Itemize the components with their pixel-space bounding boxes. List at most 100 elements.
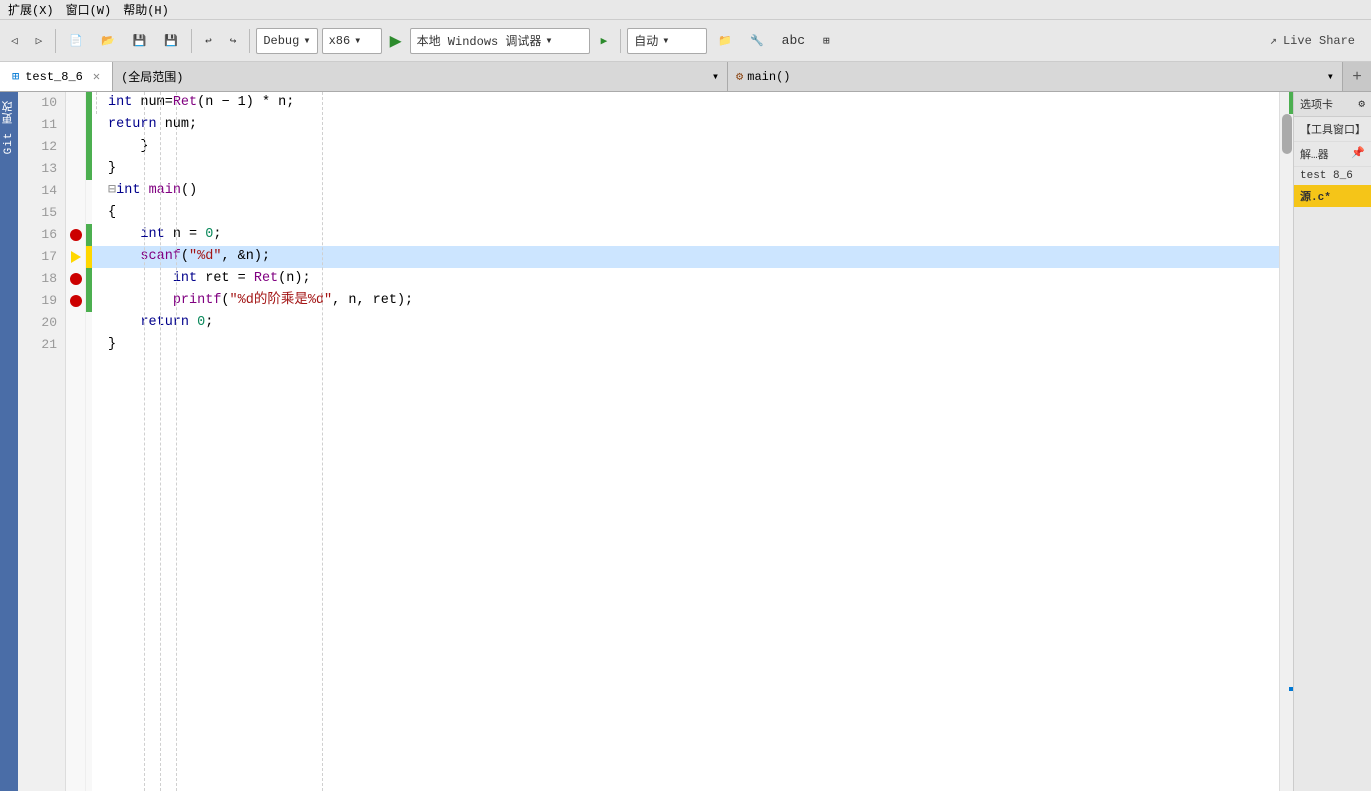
line-num-18: 18 xyxy=(18,268,65,290)
auto-label: 自动 xyxy=(634,32,658,49)
editor-scrollbar[interactable] xyxy=(1279,92,1293,791)
code-line-10: int num= Ret (n − 1) * n; xyxy=(92,92,1279,114)
fn-scanf: scanf xyxy=(140,246,181,268)
code-line-11: return num; xyxy=(92,114,1279,136)
git-sidebar: Git 更改 xyxy=(0,92,18,791)
breakpoint-18[interactable] xyxy=(70,273,82,285)
solver-label: 解…器 xyxy=(1300,146,1329,162)
indicator-16 xyxy=(66,224,85,246)
code-line-21: } xyxy=(92,334,1279,356)
undo-button[interactable]: ↩ xyxy=(198,27,219,55)
file-tab-close[interactable]: ✕ xyxy=(93,69,100,84)
run-button[interactable]: ▶ xyxy=(386,26,406,56)
file-tab-label: test_8_6 xyxy=(25,70,83,84)
scope-dropdown[interactable]: (全局范围) ▾ xyxy=(113,62,728,91)
line-num-13: 13 xyxy=(18,158,65,180)
tools-btn[interactable]: 🔧 xyxy=(743,27,771,55)
menu-bar: 扩展(X) 窗口(W) 帮助(H) xyxy=(0,0,1371,20)
func-label: main() xyxy=(747,70,790,84)
scope-arrow: ▾ xyxy=(712,69,719,84)
separator-2 xyxy=(191,29,192,53)
auto-arrow: ▾ xyxy=(662,33,669,48)
editor-container: 10 11 12 13 14 15 16 17 18 19 20 21 xyxy=(18,92,1293,791)
line-num-16: 16 xyxy=(18,224,65,246)
open-button[interactable]: 📂 xyxy=(94,27,122,55)
forward-button[interactable]: ▷ xyxy=(29,27,50,55)
save-icon: 💾 xyxy=(133,34,147,48)
line-num-11: 11 xyxy=(18,114,65,136)
new-file-button[interactable]: 📄 xyxy=(62,27,90,55)
local-debug-dropdown[interactable]: 本地 Windows 调试器 ▾ xyxy=(410,28,590,54)
right-panel: 选项卡 ⚙ 【工具窗口】 解…器 📌 test 8_6 源.c* xyxy=(1293,92,1371,791)
auto-dropdown[interactable]: 自动 ▾ xyxy=(627,28,707,54)
line-num-17: 17 xyxy=(18,246,65,268)
back-button[interactable]: ◁ xyxy=(4,27,25,55)
fn-main: main xyxy=(149,180,181,202)
func-dropdown[interactable]: ⚙ main() ▾ xyxy=(728,62,1343,91)
main-area: Git 更改 10 11 12 13 14 15 16 17 18 19 20 … xyxy=(0,92,1371,791)
line-num-21: 21 xyxy=(18,334,65,356)
indicator-21 xyxy=(66,334,85,356)
undo-icon: ↩ xyxy=(205,34,212,48)
breakpoint-16[interactable] xyxy=(70,229,82,241)
file2-label: 源.c* xyxy=(1300,192,1331,204)
scroll-bottom-marker xyxy=(1289,687,1293,691)
fn-printf: printf xyxy=(173,290,222,312)
save-all-icon: 💾 xyxy=(164,34,178,48)
func-icon: ⚙ xyxy=(736,69,743,84)
code-area[interactable]: int num= Ret (n − 1) * n; return num; } xyxy=(92,92,1279,791)
add-tab-button[interactable]: + xyxy=(1343,62,1371,91)
git-label: Git 更改 xyxy=(1,100,17,154)
redo-icon: ↪ xyxy=(230,34,237,48)
platform-arrow: ▾ xyxy=(354,33,361,48)
panel-file-2[interactable]: 源.c* xyxy=(1294,185,1371,207)
code-line-18: int ret = Ret (n); xyxy=(92,268,1279,290)
scroll-thumb[interactable] xyxy=(1282,114,1292,154)
right-panel-header: 选项卡 ⚙ xyxy=(1294,92,1371,117)
debug-config-label: Debug xyxy=(263,34,299,48)
folder-btn[interactable]: 📁 xyxy=(711,27,739,55)
tools-label: 【工具窗口】 xyxy=(1300,125,1366,137)
live-share-icon: ↗ xyxy=(1270,33,1277,48)
run2-button[interactable]: ▶ xyxy=(594,27,615,55)
kw-int-16: int xyxy=(140,224,164,246)
code-line-16: int n = 0 ; xyxy=(92,224,1279,246)
menu-window[interactable]: 窗口(W) xyxy=(66,1,112,18)
text-icon: abc xyxy=(782,33,805,48)
panel-header-label: 选项卡 xyxy=(1300,96,1333,112)
breakpoint-19[interactable] xyxy=(70,295,82,307)
extra-btn[interactable]: ⊞ xyxy=(816,27,837,55)
pin-icon[interactable]: 📌 xyxy=(1351,146,1365,162)
save-button[interactable]: 💾 xyxy=(126,27,154,55)
back-icon: ◁ xyxy=(11,34,18,48)
current-line-arrow xyxy=(71,251,81,263)
line-num-12: 12 xyxy=(18,136,65,158)
line-num-10: 10 xyxy=(18,92,65,114)
local-debug-arrow: ▾ xyxy=(545,33,552,48)
panel-file-1[interactable]: test 8_6 xyxy=(1294,167,1371,185)
menu-extend[interactable]: 扩展(X) xyxy=(8,1,54,18)
code-line-20: return 0 ; xyxy=(92,312,1279,334)
run2-icon: ▶ xyxy=(601,34,608,48)
menu-help[interactable]: 帮助(H) xyxy=(123,1,169,18)
file-tab[interactable]: ⊞ test_8_6 ✕ xyxy=(0,62,113,91)
platform-label: x86 xyxy=(329,34,351,48)
text-btn[interactable]: abc xyxy=(775,27,812,55)
live-share-button[interactable]: ↗ Live Share xyxy=(1258,25,1367,57)
save-all-button[interactable]: 💾 xyxy=(157,27,185,55)
tab-bar: ⊞ test_8_6 ✕ (全局范围) ▾ ⚙ main() ▾ + xyxy=(0,62,1371,92)
local-debug-label: 本地 Windows 调试器 xyxy=(417,32,542,49)
indicator-15 xyxy=(66,202,85,224)
code-line-14: ⊟ int main () xyxy=(92,180,1279,202)
line-numbers: 10 11 12 13 14 15 16 17 18 19 20 21 xyxy=(18,92,66,791)
func-arrow: ▾ xyxy=(1327,69,1334,84)
fn-ret-10: Ret xyxy=(173,92,197,114)
debug-config-dropdown[interactable]: Debug ▾ xyxy=(256,28,317,54)
indicator-18 xyxy=(66,268,85,290)
indicator-11 xyxy=(66,114,85,136)
platform-dropdown[interactable]: x86 ▾ xyxy=(322,28,382,54)
code-line-19: printf ( "%d的阶乘是%d" , n, ret); xyxy=(92,290,1279,312)
gear-icon[interactable]: ⚙ xyxy=(1358,97,1365,111)
tools-section: 【工具窗口】 xyxy=(1294,117,1371,142)
redo-button[interactable]: ↪ xyxy=(223,27,244,55)
